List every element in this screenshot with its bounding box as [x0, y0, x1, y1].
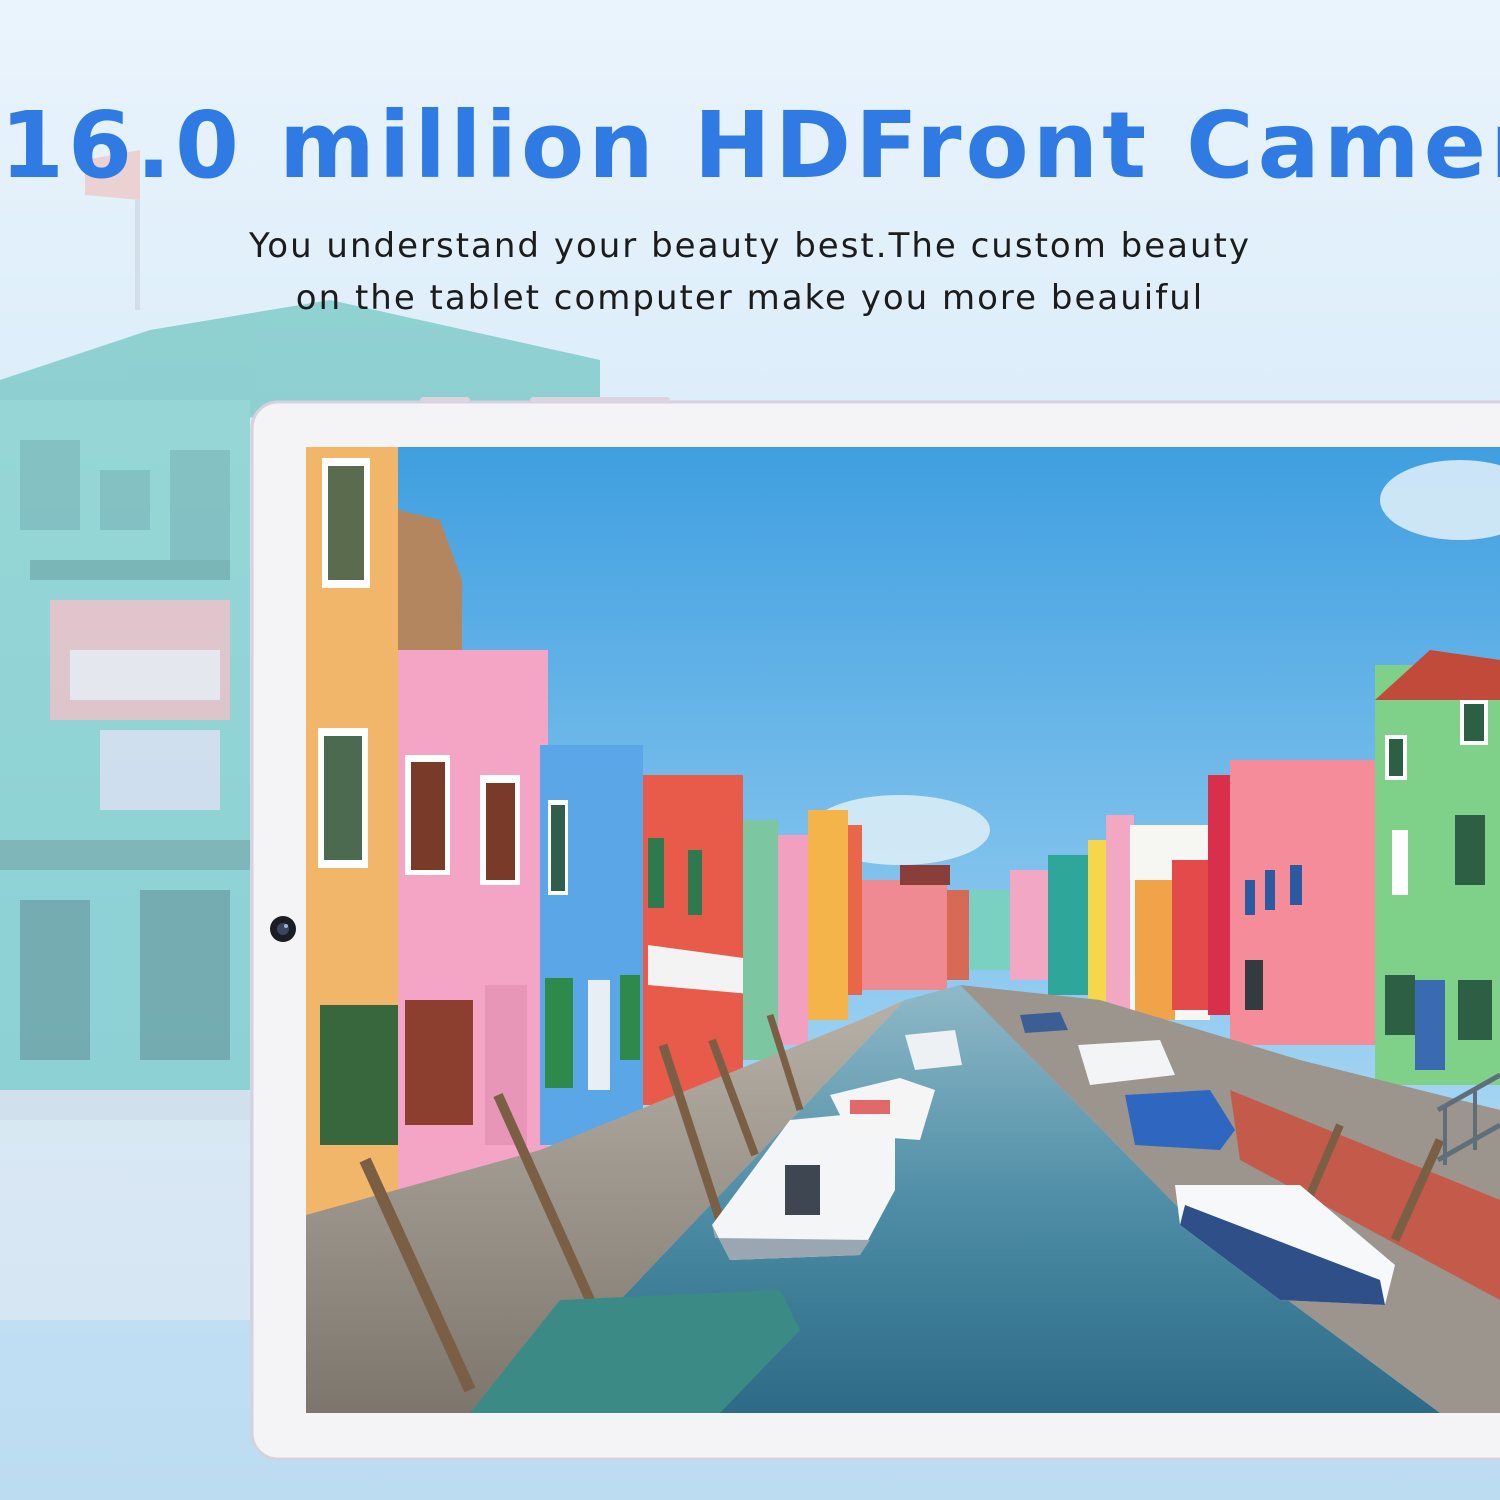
- tablet-screen: [306, 447, 1500, 1413]
- subtitle-line-2: on the tablet computer make you more bea…: [295, 278, 1205, 318]
- subtitle-line-1: You understand your beauty best.The cust…: [249, 226, 1251, 266]
- banner-artwork: [0, 0, 1500, 1500]
- product-banner: 16.0 million HDFront Camera You understa…: [0, 0, 1500, 1500]
- headline: 16.0 million HDFront Camera: [0, 92, 1500, 199]
- front-camera-icon: [270, 916, 296, 942]
